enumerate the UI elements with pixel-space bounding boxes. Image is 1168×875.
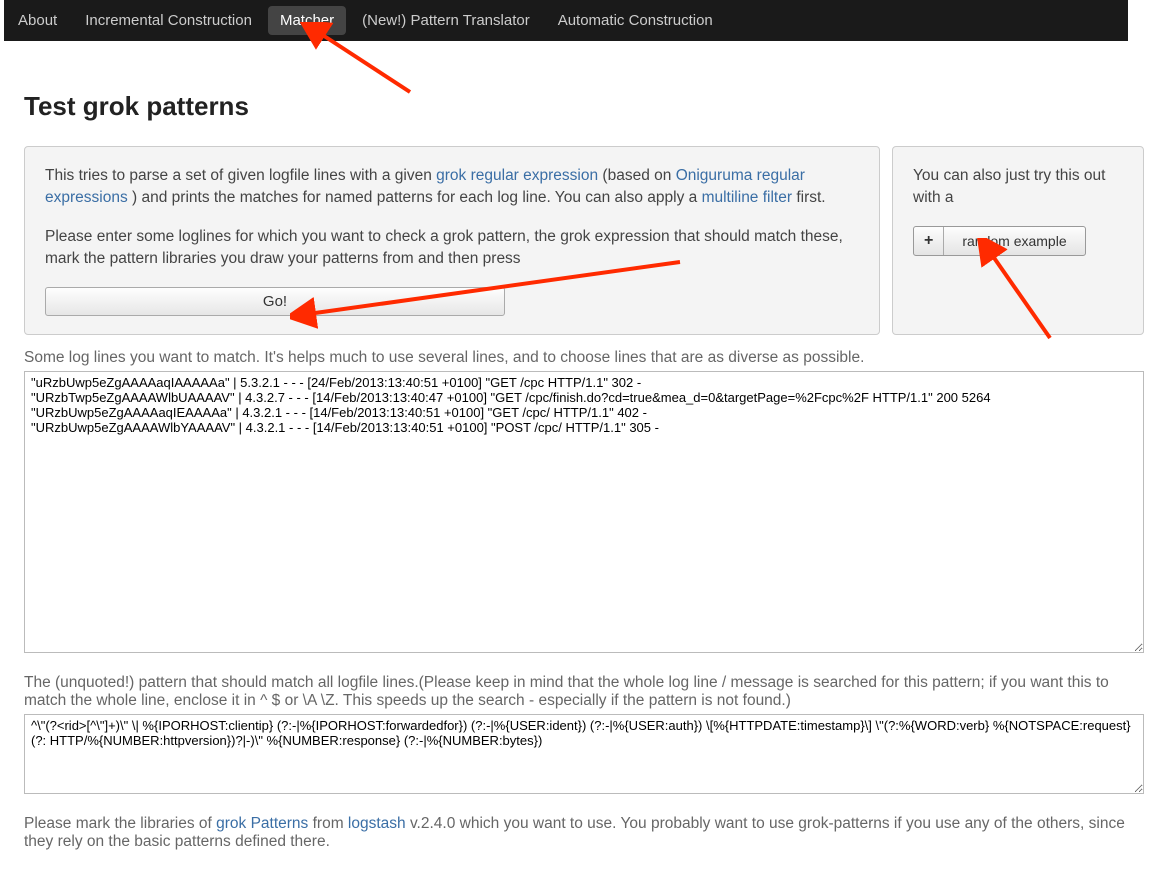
random-example-label: random example: [944, 227, 1084, 255]
side-text: You can also just try this out with a: [913, 165, 1123, 210]
page-title: Test grok patterns: [24, 91, 1144, 122]
go-button[interactable]: Go!: [45, 287, 505, 316]
link-grok-regex[interactable]: grok regular expression: [436, 167, 598, 184]
intro-panel: This tries to parse a set of given logfi…: [24, 146, 880, 335]
nav-pattern-translator[interactable]: (New!) Pattern Translator: [348, 2, 544, 39]
link-logstash[interactable]: logstash: [348, 815, 406, 832]
nav-about[interactable]: About: [4, 2, 71, 39]
loglines-label: Some log lines you want to match. It's h…: [24, 349, 1144, 367]
intro-text-2: Please enter some loglines for which you…: [45, 226, 859, 271]
top-navbar: About Incremental Construction Matcher (…: [4, 0, 1128, 41]
link-grok-patterns[interactable]: grok Patterns: [216, 815, 308, 832]
plus-icon: +: [914, 227, 944, 255]
random-example-button[interactable]: + random example: [913, 226, 1086, 256]
libraries-text: Please mark the libraries of grok Patter…: [24, 815, 1144, 851]
nav-automatic[interactable]: Automatic Construction: [544, 2, 727, 39]
side-panel: You can also just try this out with a + …: [892, 146, 1144, 335]
pattern-label: The (unquoted!) pattern that should matc…: [24, 674, 1144, 710]
link-multiline-filter[interactable]: multiline filter: [702, 189, 792, 206]
nav-incremental[interactable]: Incremental Construction: [71, 2, 266, 39]
nav-matcher[interactable]: Matcher: [268, 6, 346, 35]
loglines-textarea[interactable]: [24, 371, 1144, 653]
intro-text-1: This tries to parse a set of given logfi…: [45, 165, 859, 210]
pattern-textarea[interactable]: [24, 714, 1144, 794]
